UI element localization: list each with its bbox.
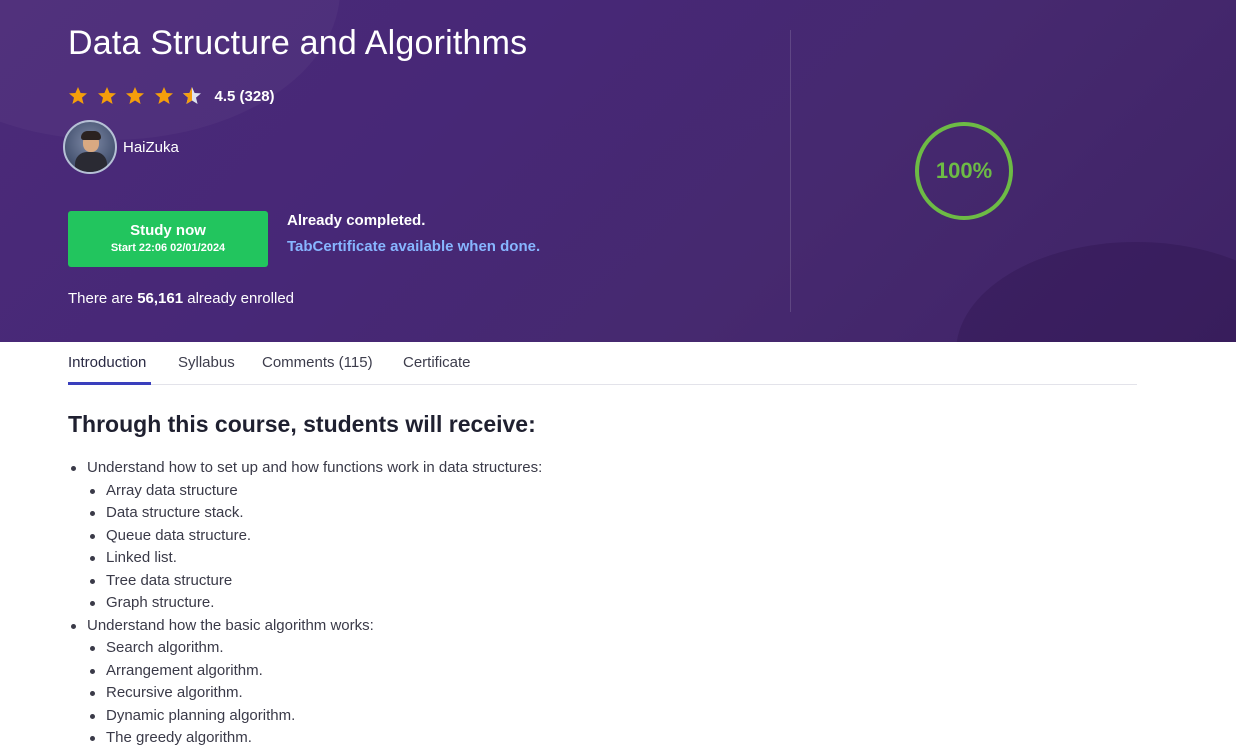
study-now-label: Study now <box>130 222 206 239</box>
star-icon <box>126 87 144 104</box>
author-name[interactable]: HaiZuka <box>123 139 179 156</box>
course-outline: Understand how to set up and how functio… <box>68 458 768 750</box>
list-item: Search algorithm. <box>68 638 768 661</box>
rating-value: 4.5 (328) <box>214 87 275 105</box>
hero-decoration <box>0 0 340 140</box>
list-item: Understand how the basic algorithm works… <box>68 616 768 639</box>
enrollment-count: There are 56,161 already enrolled <box>68 290 294 307</box>
course-rating: 4.5 (328) <box>68 84 275 108</box>
progress-percentage: 100% <box>935 158 993 183</box>
list-item: Understand how to set up and how functio… <box>68 458 768 481</box>
study-start-time: Start 22:06 02/01/2024 <box>110 242 226 254</box>
divider <box>790 30 791 312</box>
avatar[interactable] <box>63 120 117 174</box>
list-item: Queue data structure. <box>68 526 768 549</box>
list-item: Arrangement algorithm. <box>68 661 768 684</box>
active-tab-indicator <box>68 382 151 385</box>
star-icon <box>154 87 173 104</box>
progress-circle: 100% <box>915 122 1013 220</box>
star-icon <box>97 87 116 104</box>
course-tabs: Introduction Syllabus Comments (115) Cer… <box>68 342 1137 385</box>
enrollment-prefix: There are <box>68 290 138 307</box>
course-hero: Data Structure and Algorithms 4.5 (328) … <box>0 0 1236 342</box>
tab-comments[interactable]: Comments (115) <box>262 354 373 371</box>
tab-syllabus[interactable]: Syllabus <box>178 354 235 371</box>
certificate-link[interactable]: TabCertificate available when done. <box>287 238 540 255</box>
half-star-icon <box>183 87 201 104</box>
list-item: Tree data structure <box>68 571 768 594</box>
list-item: Array data structure <box>68 481 768 504</box>
tab-certificate[interactable]: Certificate <box>403 354 471 371</box>
list-item: Linked list. <box>68 548 768 571</box>
course-title: Data Structure and Algorithms <box>68 24 528 62</box>
star-icon <box>69 87 87 104</box>
enrollment-number: 56,161 <box>137 290 184 307</box>
enrollment-suffix: already enrolled <box>183 290 294 307</box>
section-heading: Through this course, students will recei… <box>68 411 536 437</box>
list-item: Dynamic planning algorithm. <box>68 706 768 729</box>
hero-decoration <box>956 242 1236 342</box>
author-info[interactable]: HaiZuka <box>63 120 179 174</box>
tab-introduction[interactable]: Introduction <box>68 354 146 371</box>
list-item: The greedy algorithm. <box>68 728 768 750</box>
study-now-button[interactable]: Study now Start 22:06 02/01/2024 <box>68 211 268 267</box>
completion-status: Already completed. <box>287 212 426 229</box>
list-item: Graph structure. <box>68 593 768 616</box>
list-item: Recursive algorithm. <box>68 683 768 706</box>
list-item: Data structure stack. <box>68 503 768 526</box>
